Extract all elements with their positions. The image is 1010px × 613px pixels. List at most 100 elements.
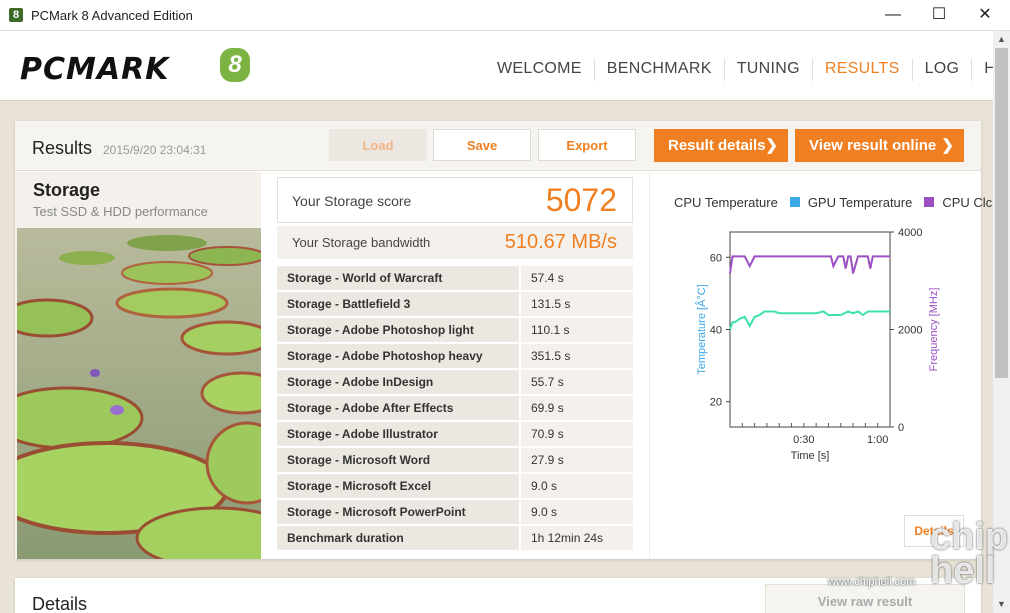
app-header: PCMARK 8 WELCOME BENCHMARK TUNING RESULT… bbox=[0, 31, 1010, 101]
legend-item[interactable]: CPU Temperature bbox=[656, 192, 778, 212]
results-date: 2015/9/20 23:04:31 bbox=[103, 143, 207, 157]
y-right-tick-label: 4000 bbox=[898, 227, 922, 239]
subtest-name: Storage - Battlefield 3 bbox=[277, 292, 519, 316]
subtest-name: Storage - Microsoft PowerPoint bbox=[277, 500, 519, 524]
y-left-tick-label: 40 bbox=[710, 325, 722, 337]
maximize-button[interactable]: ☐ bbox=[916, 0, 962, 31]
legend-label: CPU Temperature bbox=[674, 194, 778, 210]
view-result-online-button[interactable]: View result online ❯ bbox=[795, 129, 964, 162]
legend-label: GPU Temperature bbox=[807, 194, 913, 210]
legend-label: CPU Clc bbox=[942, 194, 993, 210]
water-lily-image bbox=[17, 228, 261, 559]
subtest-value: 55.7 s bbox=[521, 370, 633, 394]
legend-item[interactable]: CPU Clc bbox=[924, 192, 992, 212]
export-button[interactable]: Export bbox=[538, 129, 636, 161]
storage-bandwidth-box: Your Storage bandwidth 510.67 MB/s bbox=[277, 226, 633, 259]
subtest-table: Storage - World of Warcraft 57.4 s Storag… bbox=[277, 266, 633, 552]
scroll-thumb[interactable] bbox=[995, 48, 1008, 378]
title-bar: 8 PCMark 8 Advanced Edition — ☐ ✕ bbox=[0, 0, 1010, 31]
series-line-cpu-temperature bbox=[729, 310, 890, 330]
table-row: Storage - Adobe Photoshop heavy 351.5 s bbox=[277, 344, 633, 368]
load-button[interactable]: Load bbox=[329, 129, 427, 161]
subtest-value: 9.0 s bbox=[521, 500, 633, 524]
subtest-value: 70.9 s bbox=[521, 422, 633, 446]
subtest-value: 131.5 s bbox=[521, 292, 633, 316]
view-result-online-label: View result online bbox=[809, 137, 937, 154]
window-title: PCMark 8 Advanced Edition bbox=[31, 8, 193, 23]
subtest-value: 69.9 s bbox=[521, 396, 633, 420]
x-tick-label: 1:00 bbox=[867, 434, 888, 446]
storage-score-box: Your Storage score 5072 bbox=[277, 177, 633, 223]
subtest-name: Storage - World of Warcraft bbox=[277, 266, 519, 290]
table-row: Storage - Microsoft PowerPoint 9.0 s bbox=[277, 500, 633, 524]
result-details-label: Result details bbox=[668, 137, 766, 154]
subtest-name: Storage - Adobe InDesign bbox=[277, 370, 519, 394]
scroll-down-icon[interactable]: ▼ bbox=[993, 596, 1010, 613]
nav-benchmark[interactable]: BENCHMARK bbox=[595, 59, 725, 81]
subtest-value: 57.4 s bbox=[521, 266, 633, 290]
watermark-url: www.chiphell.com bbox=[828, 576, 916, 588]
legend-swatch-cpu-temp bbox=[656, 197, 666, 207]
y-right-axis-label: Frequency [MHz] bbox=[928, 288, 940, 372]
storage-score-label: Your Storage score bbox=[292, 193, 412, 209]
subtest-value: 27.9 s bbox=[521, 448, 633, 472]
chevron-right-icon: ❯ bbox=[941, 137, 954, 154]
table-row: Storage - Adobe After Effects 69.9 s bbox=[277, 396, 633, 420]
table-row: Storage - World of Warcraft 57.4 s bbox=[277, 266, 633, 290]
storage-title: Storage bbox=[33, 180, 101, 200]
table-row: Storage - Adobe InDesign 55.7 s bbox=[277, 370, 633, 394]
table-row: Storage - Adobe Photoshop light 110.1 s bbox=[277, 318, 633, 342]
main-nav: WELCOME BENCHMARK TUNING RESULTS LOG HEL… bbox=[485, 59, 1010, 81]
subtest-name: Benchmark duration bbox=[277, 526, 519, 550]
close-button[interactable]: ✕ bbox=[962, 0, 1008, 31]
series-line-cpu-clc bbox=[729, 255, 890, 274]
nav-tuning[interactable]: TUNING bbox=[725, 59, 813, 81]
storage-subtitle: Test SSD & HDD performance bbox=[33, 204, 208, 219]
app-icon: 8 bbox=[9, 8, 23, 22]
y-left-tick-label: 20 bbox=[710, 397, 722, 409]
results-title: Results bbox=[32, 138, 93, 158]
subtest-value: 110.1 s bbox=[521, 318, 633, 342]
results-header: Results 2015/9/20 23:04:31 Load Save Exp… bbox=[15, 121, 981, 171]
subtest-value: 1h 12min 24s bbox=[521, 526, 633, 550]
table-row: Storage - Adobe Illustrator 70.9 s bbox=[277, 422, 633, 446]
y-left-axis-label: Temperature [Â°C] bbox=[695, 284, 708, 375]
y-right-tick-label: 0 bbox=[898, 422, 904, 434]
nav-welcome[interactable]: WELCOME bbox=[485, 59, 595, 81]
legend-swatch-gpu-temp bbox=[789, 197, 800, 207]
chiphell-watermark: chip hell bbox=[930, 516, 1009, 592]
subtest-name: Storage - Adobe Photoshop heavy bbox=[277, 344, 519, 368]
nav-log[interactable]: LOG bbox=[913, 59, 973, 81]
results-panel: Results 2015/9/20 23:04:31 Load Save Exp… bbox=[15, 121, 992, 559]
table-row: Benchmark duration 1h 12min 24s bbox=[277, 526, 633, 550]
subtest-name: Storage - Adobe After Effects bbox=[277, 396, 519, 420]
legend-item[interactable]: GPU Temperature bbox=[789, 192, 913, 212]
storage-bandwidth-value: 510.67 MB/s bbox=[504, 231, 617, 253]
chart-legend: CPU Temperature GPU Temperature CPU Clc bbox=[656, 192, 1004, 212]
chevron-right-icon: ❯ bbox=[765, 137, 778, 154]
x-axis-label: Time [s] bbox=[791, 450, 830, 462]
minimize-button[interactable]: — bbox=[870, 0, 916, 31]
scroll-up-icon[interactable]: ▲ bbox=[993, 31, 1010, 48]
monitoring-chart: 20 40 60 0 2000 4000 0:30 1:00 Time [s] Temperatu… bbox=[695, 227, 940, 462]
result-details-button[interactable]: Result details ❯ bbox=[654, 129, 788, 162]
subtest-name: Storage - Adobe Illustrator bbox=[277, 422, 519, 446]
table-row: Storage - Microsoft Word 27.9 s bbox=[277, 448, 633, 472]
save-button[interactable]: Save bbox=[433, 129, 531, 161]
nav-results[interactable]: RESULTS bbox=[813, 59, 913, 81]
storage-score-value: 5072 bbox=[545, 182, 617, 218]
subtest-value: 351.5 s bbox=[521, 344, 633, 368]
x-tick-label: 0:30 bbox=[793, 434, 814, 446]
pcmark-logo: PCMARK bbox=[20, 52, 170, 87]
storage-column: Storage Test SSD & HDD performance bbox=[15, 172, 261, 559]
plot-area bbox=[729, 231, 891, 428]
legend-swatch-cpu-clock bbox=[924, 197, 935, 207]
pcmark-8-logo-icon: 8 bbox=[220, 48, 250, 82]
subtest-value: 9.0 s bbox=[521, 474, 633, 498]
storage-bandwidth-label: Your Storage bandwidth bbox=[292, 235, 431, 250]
monitoring-column: CPU Temperature GPU Temperature CPU Clc … bbox=[649, 172, 992, 559]
y-right-tick-label: 2000 bbox=[898, 325, 922, 337]
table-row: Storage - Battlefield 3 131.5 s bbox=[277, 292, 633, 316]
subtest-name: Storage - Microsoft Word bbox=[277, 448, 519, 472]
details-title: Details bbox=[32, 594, 88, 613]
